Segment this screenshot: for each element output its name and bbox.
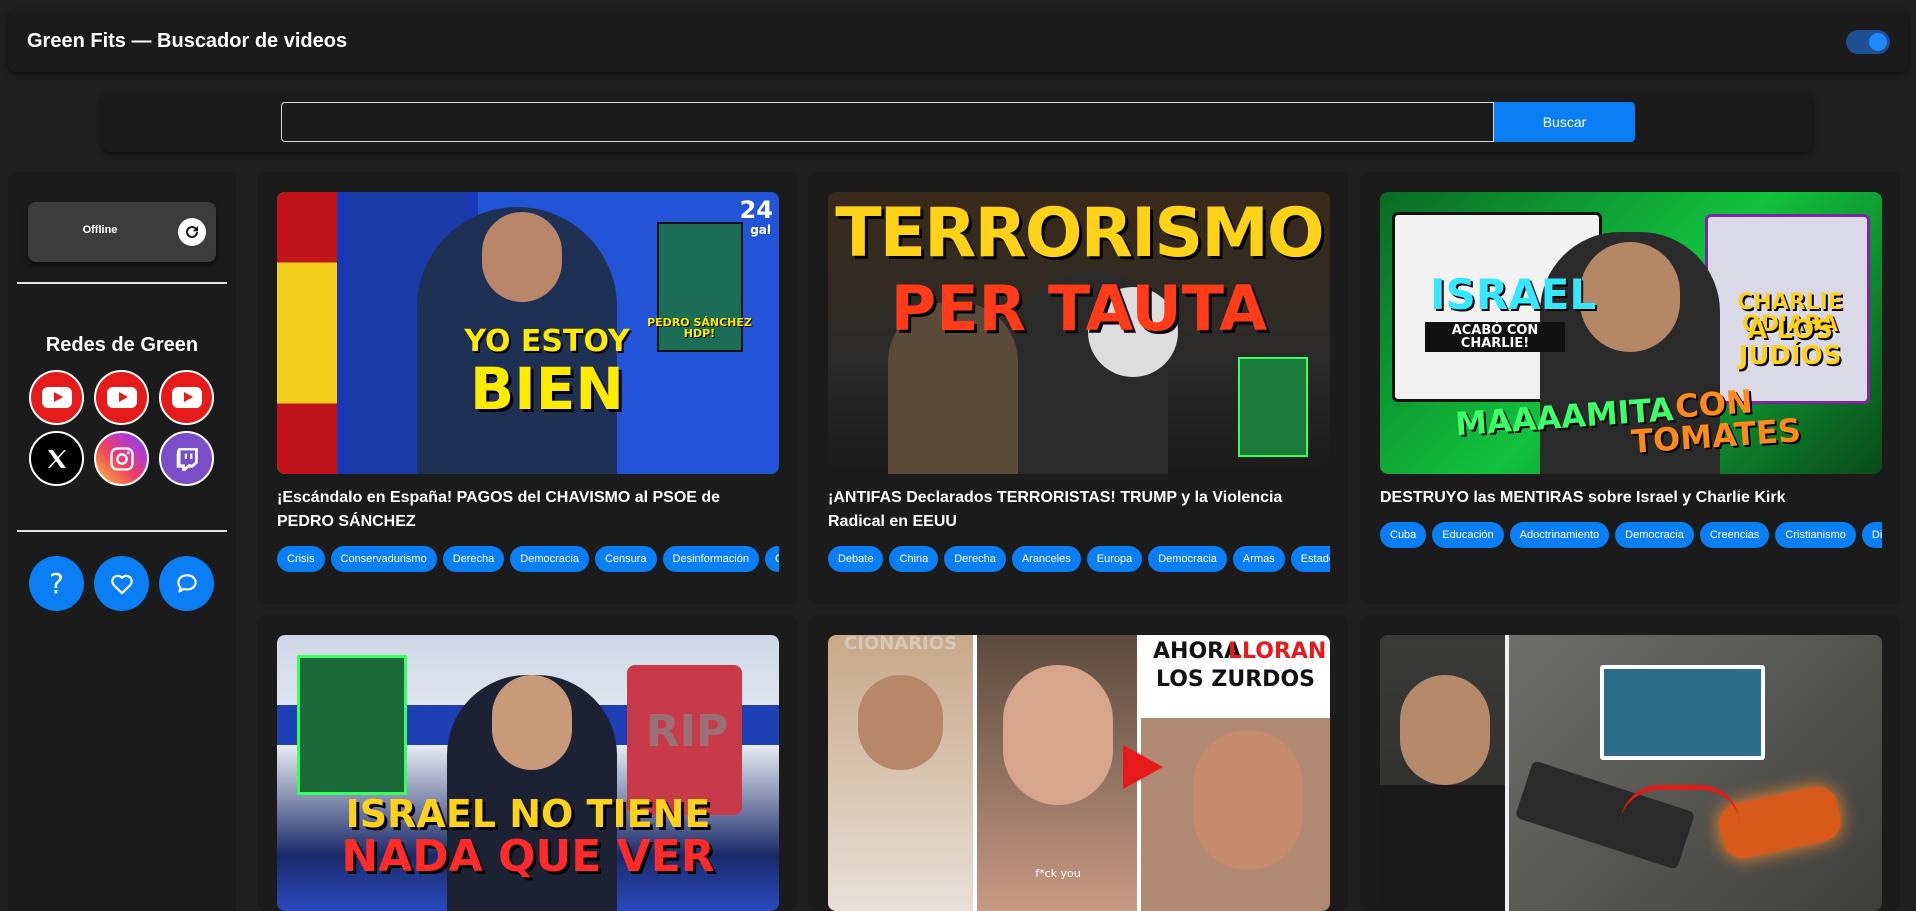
video-thumbnail[interactable]: TERRORISMO PER TAUTA (828, 192, 1330, 474)
divider (17, 282, 227, 284)
sidebar: Offline Redes de Green ? (8, 172, 236, 911)
video-card[interactable]: CIONARIOS AHORA LLORAN LOS ZURDOS f*ck y… (808, 615, 1348, 911)
video-thumbnail[interactable]: RIP ISRAEL NO TIENE NADA QUE VER (277, 635, 779, 911)
thumb-caption: TERRORISMO (835, 194, 1324, 273)
thumb-caption: ACABÓ CON CHARLIE! (1425, 322, 1565, 352)
video-card[interactable]: TERRORISMO PER TAUTA ¡ANTIFAS Declarados… (808, 172, 1348, 604)
question-icon[interactable]: ? (29, 556, 84, 611)
tag[interactable]: Democracia (510, 546, 589, 572)
video-card[interactable] (1360, 615, 1900, 911)
top-header: Green Fits — Buscador de videos (8, 10, 1908, 72)
tag[interactable]: Adoctrinamiento (1509, 522, 1610, 548)
thumb-badge: gal (750, 223, 771, 237)
tag[interactable]: Derecha (442, 546, 505, 572)
thumb-caption: f*ck you (1035, 867, 1081, 880)
video-title[interactable]: DESTRUYO las MENTIRAS sobre Israel y Cha… (1380, 486, 1882, 510)
thumb-caption: YO ESTOY (464, 324, 630, 359)
video-card[interactable]: ISRAEL ACABÓ CON CHARLIE! CHARLIE ODIABA… (1360, 172, 1900, 604)
video-title[interactable]: ¡ANTIFAS Declarados TERRORISTAS! TRUMP y… (828, 486, 1330, 534)
tag[interactable]: Europa (1086, 546, 1143, 572)
thumb-caption: CIONARIOS (843, 635, 958, 654)
youtube-icon[interactable] (94, 370, 149, 425)
tag[interactable]: Democracia (1615, 522, 1694, 548)
video-thumbnail[interactable]: ISRAEL ACABÓ CON CHARLIE! CHARLIE ODIABA… (1380, 192, 1882, 474)
thumb-caption: ISRAEL (1430, 270, 1597, 319)
thumb-caption: LOS ZURDOS (1155, 667, 1315, 692)
thumb-caption: PEDRO SÁNCHEZ HDP! (647, 316, 752, 340)
thumb-caption: LLORAN (1228, 639, 1327, 664)
tag-list: Cuba Educación Adoctrinamiento Democracia Cr… (1380, 522, 1882, 548)
divider (17, 530, 227, 532)
tag[interactable]: Conservadurismo (330, 546, 437, 572)
tag[interactable]: Cuba (1380, 522, 1427, 548)
video-card[interactable]: RIP ISRAEL NO TIENE NADA QUE VER (257, 615, 797, 911)
tag[interactable]: Crisis (277, 546, 325, 572)
tag[interactable]: Democracia (1148, 546, 1227, 572)
video-card[interactable]: YO ESTOY BIEN PEDRO SÁNCHEZ HDP! 24 gal … (257, 172, 797, 604)
thumb-caption: A LOS JUDÍOS (1738, 315, 1842, 371)
heart-icon[interactable] (94, 556, 149, 611)
video-thumbnail[interactable]: CIONARIOS AHORA LLORAN LOS ZURDOS f*ck y… (828, 635, 1330, 911)
chat-icon[interactable] (159, 556, 214, 611)
social-title: Redes de Green (45, 334, 199, 356)
tag-list: Debate China Derecha Aranceles Europa Democra… (828, 546, 1330, 572)
tag[interactable]: Aranceles (1011, 546, 1081, 572)
app-title: Green Fits — Buscador de videos (27, 29, 348, 52)
thumb-caption: AHORA (1153, 639, 1242, 664)
status-card: Offline (28, 202, 216, 262)
tag[interactable]: Desinformación (662, 546, 759, 572)
tag[interactable]: Creencias (1699, 522, 1770, 548)
tag[interactable]: Debate (828, 546, 884, 572)
tag[interactable]: C (764, 546, 779, 572)
tag[interactable]: Div (1861, 522, 1882, 548)
thumb-caption: PER TAUTA (890, 272, 1268, 345)
tag[interactable]: Censura (594, 546, 657, 572)
thumb-badge: RIP (645, 706, 729, 757)
video-thumbnail[interactable]: YO ESTOY BIEN PEDRO SÁNCHEZ HDP! 24 gal (277, 192, 779, 474)
tag[interactable]: China (889, 546, 939, 572)
instagram-icon[interactable] (94, 431, 149, 486)
refresh-icon[interactable] (178, 218, 206, 246)
thumb-caption: BIEN (470, 355, 624, 423)
tag[interactable]: Estados (1290, 546, 1330, 572)
search-bar: Buscar (102, 92, 1812, 152)
video-thumbnail[interactable] (1380, 635, 1882, 911)
thumb-caption: CON TOMATES (1630, 382, 1803, 461)
search-input[interactable] (281, 102, 1494, 142)
youtube-icon[interactable] (29, 370, 84, 425)
video-title[interactable]: ¡Escándalo en España! PAGOS del CHAVISMO… (277, 486, 779, 534)
twitch-icon[interactable] (159, 431, 214, 486)
tag[interactable]: Educación (1432, 522, 1504, 548)
status-label: Offline (82, 224, 118, 236)
tag-list: Crisis Conservadurismo Derecha Democracia Ce… (277, 546, 779, 572)
search-button[interactable]: Buscar (1494, 102, 1635, 142)
theme-toggle[interactable] (1846, 30, 1890, 54)
youtube-icon[interactable] (159, 370, 214, 425)
toggle-knob (1869, 33, 1887, 51)
x-icon[interactable] (29, 431, 84, 486)
thumb-badge: 24 (739, 196, 773, 224)
tag[interactable]: Armas (1232, 546, 1285, 572)
thumb-caption: ISRAEL NO TIENE (345, 792, 711, 836)
thumb-caption: NADA QUE VER (341, 831, 715, 882)
tag[interactable]: Cristianismo (1775, 522, 1856, 548)
tag[interactable]: Derecha (944, 546, 1006, 572)
